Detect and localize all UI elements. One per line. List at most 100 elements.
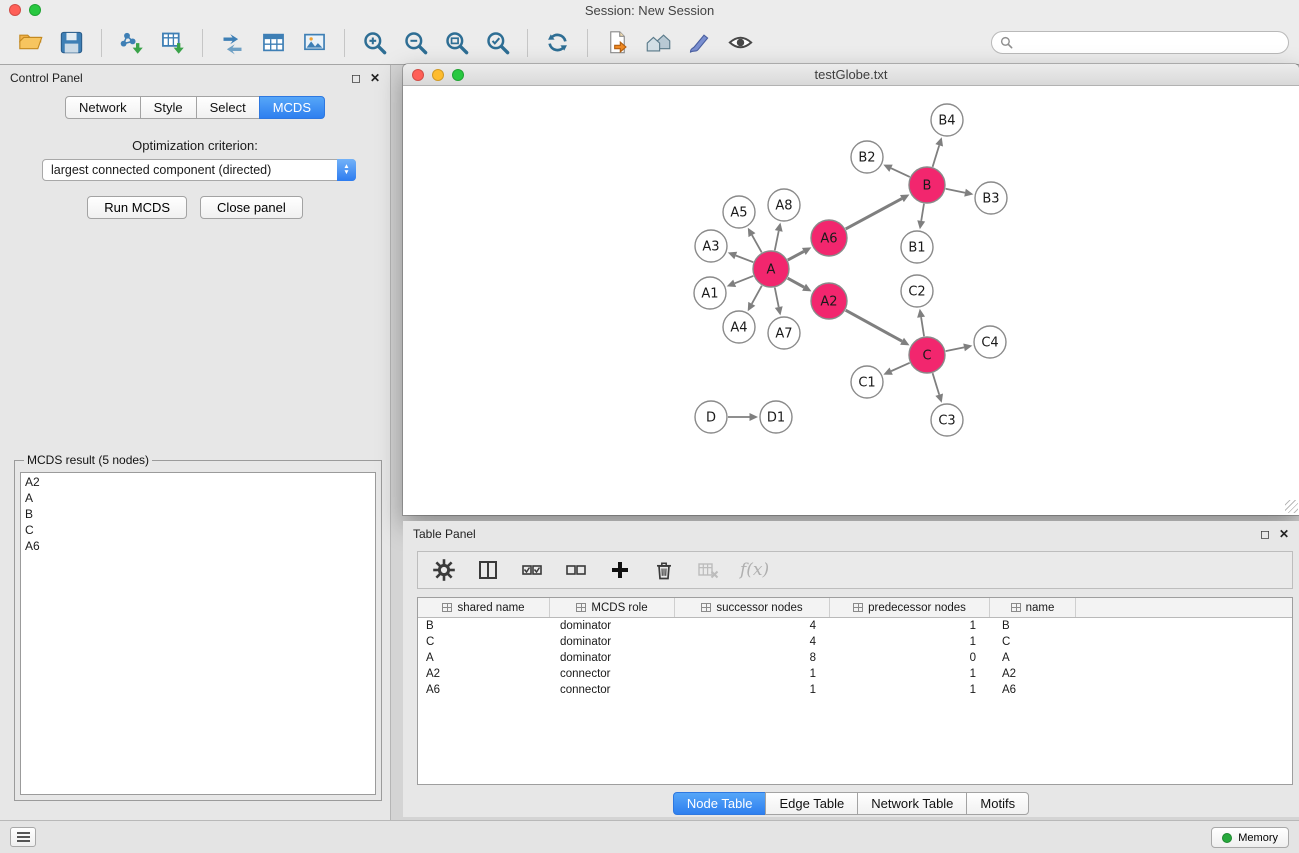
mcds-result-item[interactable]: A6 xyxy=(21,538,375,554)
graph-edge-B-B1[interactable] xyxy=(921,204,924,221)
close-panel-icon[interactable]: ✕ xyxy=(370,72,380,84)
graph-node-C3[interactable]: C3 xyxy=(931,404,963,436)
save-session-button[interactable] xyxy=(56,27,87,58)
tab-node-table[interactable]: Node Table xyxy=(673,792,767,815)
show-graphics-details-button[interactable] xyxy=(725,27,756,58)
graph-node-B3[interactable]: B3 xyxy=(975,182,1007,214)
column-header-predecessor-nodes[interactable]: predecessor nodes xyxy=(830,598,990,617)
graph-node-A8[interactable]: A8 xyxy=(768,189,800,221)
mcds-result-list[interactable]: A2ABCA6 xyxy=(20,472,376,795)
column-header-name[interactable]: name xyxy=(990,598,1076,617)
import-table-button[interactable] xyxy=(157,27,188,58)
zoom-network-window-button[interactable] xyxy=(452,69,464,81)
network-window-titlebar[interactable]: testGlobe.txt xyxy=(403,64,1299,86)
zoom-fit-button[interactable] xyxy=(441,27,472,58)
create-column-button[interactable] xyxy=(606,556,634,584)
import-network-button[interactable] xyxy=(116,27,147,58)
zoom-selected-button[interactable] xyxy=(482,27,513,58)
optimization-criterion-dropdown[interactable]: largest connected component (directed) ▲… xyxy=(42,159,356,181)
table-row[interactable]: Bdominator41B xyxy=(418,618,1292,634)
graph-edge-A2-C[interactable] xyxy=(846,310,902,341)
graph-node-C[interactable]: C xyxy=(909,337,945,373)
graph-node-A7[interactable]: A7 xyxy=(768,317,800,349)
mcds-result-item[interactable]: A xyxy=(21,490,375,506)
task-history-button[interactable] xyxy=(10,827,36,847)
graph-edge-B-B4[interactable] xyxy=(933,145,940,167)
graph-edge-B-B2[interactable] xyxy=(891,168,910,177)
graph-edge-C-C1[interactable] xyxy=(891,363,910,371)
graph-node-B[interactable]: B xyxy=(909,167,945,203)
open-file-button[interactable] xyxy=(602,27,633,58)
graph-edge-B-B3[interactable] xyxy=(946,189,965,193)
resize-grip-icon[interactable] xyxy=(1285,500,1298,513)
graph-node-B2[interactable]: B2 xyxy=(851,141,883,173)
zoom-window-button[interactable] xyxy=(29,4,41,16)
graph-node-C1[interactable]: C1 xyxy=(851,366,883,398)
apply-style-button[interactable] xyxy=(684,27,715,58)
tab-network[interactable]: Network xyxy=(65,96,141,119)
delete-column-button[interactable] xyxy=(650,556,678,584)
close-table-panel-icon[interactable]: ✕ xyxy=(1279,528,1289,540)
tab-edge-table[interactable]: Edge Table xyxy=(765,792,858,815)
graph-edge-A-A3[interactable] xyxy=(736,255,754,262)
home-button[interactable] xyxy=(643,27,674,58)
graph-node-A2[interactable]: A2 xyxy=(811,283,847,319)
mcds-result-item[interactable]: C xyxy=(21,522,375,538)
table-row[interactable]: Adominator80A xyxy=(418,650,1292,666)
run-mcds-button[interactable]: Run MCDS xyxy=(87,196,187,219)
graph-node-C4[interactable]: C4 xyxy=(974,326,1006,358)
column-header-successor-nodes[interactable]: successor nodes xyxy=(675,598,830,617)
column-header-mcds-role[interactable]: MCDS role xyxy=(550,598,675,617)
graph-edge-C-C2[interactable] xyxy=(921,317,924,336)
close-panel-button[interactable]: Close panel xyxy=(200,196,303,219)
minimize-network-window-button[interactable] xyxy=(432,69,444,81)
new-network-button[interactable] xyxy=(217,27,248,58)
graph-edge-A-A8[interactable] xyxy=(775,231,779,250)
delete-table-button[interactable] xyxy=(694,556,722,584)
graph-node-A1[interactable]: A1 xyxy=(694,277,726,309)
memory-button[interactable]: Memory xyxy=(1211,827,1289,848)
float-panel-icon[interactable]: ◻ xyxy=(351,72,361,84)
graph-node-D1[interactable]: D1 xyxy=(760,401,792,433)
function-builder-button[interactable]: f(x) xyxy=(738,558,771,582)
export-image-button[interactable] xyxy=(299,27,330,58)
tab-select[interactable]: Select xyxy=(196,96,260,119)
tab-network-table[interactable]: Network Table xyxy=(857,792,967,815)
graph-node-A[interactable]: A xyxy=(753,251,789,287)
float-table-panel-icon[interactable]: ◻ xyxy=(1260,528,1270,540)
graph-node-A3[interactable]: A3 xyxy=(695,230,727,262)
zoom-out-button[interactable] xyxy=(400,27,431,58)
search-input[interactable] xyxy=(1018,36,1280,50)
close-network-window-button[interactable] xyxy=(412,69,424,81)
network-canvas[interactable]: B4B2BB3A8A5A6A3B1AA1C2A2A4A7C4CC1C3DD1 xyxy=(403,86,1299,514)
graph-edge-A-A6[interactable] xyxy=(788,251,804,260)
tab-mcds[interactable]: MCDS xyxy=(259,96,325,119)
select-all-button[interactable] xyxy=(518,556,546,584)
graph-edge-A-A1[interactable] xyxy=(735,276,754,283)
table-row[interactable]: A2connector11A2 xyxy=(418,666,1292,682)
table-row[interactable]: Cdominator41C xyxy=(418,634,1292,650)
graph-node-B1[interactable]: B1 xyxy=(901,231,933,263)
graph-node-A6[interactable]: A6 xyxy=(811,220,847,256)
table-row[interactable]: A6connector11A6 xyxy=(418,682,1292,698)
column-header-shared-name[interactable]: shared name xyxy=(418,598,550,617)
deselect-all-button[interactable] xyxy=(562,556,590,584)
zoom-in-button[interactable] xyxy=(359,27,390,58)
graph-edge-A-A2[interactable] xyxy=(788,278,804,287)
graph-node-D[interactable]: D xyxy=(695,401,727,433)
graph-edge-A-A4[interactable] xyxy=(752,286,762,304)
tab-style[interactable]: Style xyxy=(140,96,197,119)
tab-motifs[interactable]: Motifs xyxy=(966,792,1029,815)
graph-node-A4[interactable]: A4 xyxy=(723,311,755,343)
open-session-button[interactable] xyxy=(15,27,46,58)
select-columns-button[interactable] xyxy=(474,556,502,584)
graph-edge-C-C3[interactable] xyxy=(933,373,940,395)
close-window-button[interactable] xyxy=(9,4,21,16)
graph-node-A5[interactable]: A5 xyxy=(723,196,755,228)
graph-node-C2[interactable]: C2 xyxy=(901,275,933,307)
new-network-table-button[interactable] xyxy=(258,27,289,58)
graph-edge-A-A5[interactable] xyxy=(752,235,762,252)
graph-edge-A6-B[interactable] xyxy=(846,199,902,229)
table-settings-button[interactable] xyxy=(430,556,458,584)
apply-layout-button[interactable] xyxy=(542,27,573,58)
